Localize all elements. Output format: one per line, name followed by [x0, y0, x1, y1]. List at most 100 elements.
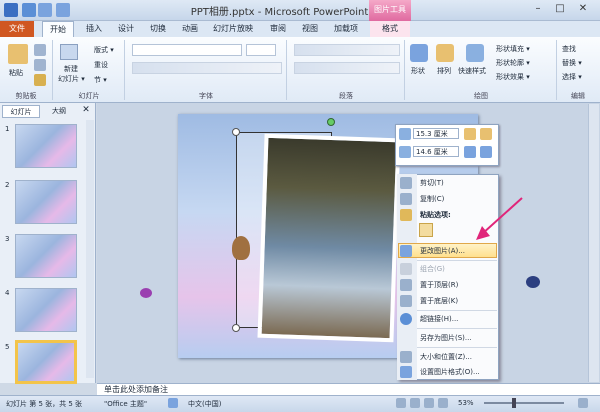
alignment-buttons[interactable] [294, 62, 400, 74]
slide-thumbnail-3[interactable] [15, 234, 77, 278]
undo-icon[interactable] [38, 3, 52, 17]
slideshow-icon[interactable] [438, 398, 448, 408]
quick-styles-icon[interactable] [466, 44, 484, 62]
thumb-number: 5 [5, 343, 10, 351]
picture-style-icon[interactable] [480, 146, 492, 158]
maximize-button[interactable]: □ [550, 2, 570, 16]
font-name-field[interactable] [132, 44, 242, 56]
tab-home[interactable]: 开始 [42, 21, 74, 37]
tab-addins[interactable]: 加载项 [328, 21, 364, 37]
picture-tools-context-tab: 图片工具 [369, 0, 411, 21]
shapes-button-label[interactable]: 形状 [411, 66, 425, 76]
group-separator [286, 40, 287, 100]
shape-fill-button[interactable]: 形状填充 ▾ [496, 44, 530, 54]
theme-status[interactable]: "Office 主题" [104, 399, 147, 409]
resize-handle[interactable] [232, 324, 240, 332]
pane-scrollbar[interactable] [86, 120, 94, 378]
height-field[interactable]: 15.3 厘米 [413, 128, 459, 139]
slide-sorter-icon[interactable] [410, 398, 420, 408]
tab-slideshow[interactable]: 幻灯片放映 [208, 21, 258, 37]
reading-view-icon[interactable] [424, 398, 434, 408]
app-logo-icon[interactable] [4, 3, 18, 17]
notes-placeholder[interactable]: 单击此处添加备注 [104, 384, 168, 395]
normal-view-icon[interactable] [396, 398, 406, 408]
tab-insert[interactable]: 插入 [80, 21, 108, 37]
menu-item-bring-to-front[interactable]: 置于顶层(R) [417, 278, 497, 292]
layout-button[interactable]: 版式 ▾ [94, 45, 114, 55]
rotate-handle[interactable] [327, 118, 335, 126]
reset-button[interactable]: 重设 [94, 60, 108, 70]
copy-icon[interactable] [34, 59, 46, 71]
new-slide-icon[interactable] [60, 44, 78, 60]
select-button[interactable]: 选择 ▾ [562, 72, 582, 82]
section-button[interactable]: 节 ▾ [94, 75, 107, 85]
new-slide-label[interactable]: 新建 [64, 64, 78, 74]
tab-animations[interactable]: 动画 [176, 21, 204, 37]
slide-photo[interactable] [257, 133, 401, 343]
zoom-level[interactable]: 53% [458, 399, 474, 407]
menu-item-format-picture[interactable]: 设置图片格式(O)... [417, 365, 497, 379]
butterfly-decoration [140, 288, 152, 298]
slide-thumbnail-4[interactable] [15, 288, 77, 332]
tab-transitions[interactable]: 切换 [144, 21, 172, 37]
crop-icon[interactable] [464, 146, 476, 158]
send-backward-icon[interactable] [480, 128, 492, 140]
spell-check-icon[interactable] [168, 398, 178, 408]
slide-thumbnail-5[interactable] [15, 340, 77, 384]
find-button[interactable]: 查找 [562, 44, 576, 54]
menu-item-cut[interactable]: 剪切(T) [417, 176, 497, 190]
font-size-field[interactable] [246, 44, 276, 56]
menu-item-save-as-picture[interactable]: 另存为图片(S)... [417, 331, 497, 345]
clipboard-group-label: 剪贴板 [15, 92, 37, 100]
replace-button[interactable]: 替换 ▾ [562, 58, 582, 68]
group-separator [52, 40, 53, 100]
minimize-button[interactable]: – [528, 2, 548, 16]
paste-option-picture-icon[interactable] [419, 223, 433, 237]
menu-item-change-picture[interactable]: 更改图片(A)... [417, 244, 497, 258]
tab-format[interactable]: 格式 [370, 21, 410, 37]
tab-review[interactable]: 审阅 [264, 21, 292, 37]
close-pane-icon[interactable]: ✕ [80, 105, 92, 117]
font-format-buttons[interactable] [132, 62, 282, 74]
save-icon[interactable] [22, 3, 36, 17]
tab-outline-pane[interactable]: 大纲 [42, 105, 76, 118]
fit-to-window-icon[interactable] [578, 398, 588, 408]
slide-thumbnail-2[interactable] [15, 180, 77, 224]
zoom-slider-thumb[interactable] [512, 398, 516, 408]
menu-item-send-to-back[interactable]: 置于底层(K) [417, 294, 497, 308]
close-button[interactable]: ✕ [573, 2, 593, 16]
new-slide-dropdown[interactable]: 幻灯片 ▾ [58, 74, 85, 84]
zoom-slider[interactable] [484, 402, 564, 404]
quick-styles-button-label[interactable]: 快速样式 [458, 66, 486, 76]
tab-design[interactable]: 设计 [112, 21, 140, 37]
list-buttons[interactable] [294, 44, 400, 56]
arrange-button-label[interactable]: 排列 [437, 66, 451, 76]
format-painter-icon[interactable] [34, 74, 46, 86]
slide-scrollbar[interactable] [588, 104, 599, 382]
format-picture-icon [400, 366, 412, 378]
tab-slides-pane[interactable]: 幻灯片 [2, 105, 40, 118]
send-back-icon [400, 295, 412, 307]
bring-forward-icon[interactable] [464, 128, 476, 140]
width-field[interactable]: 14.6 厘米 [413, 146, 459, 157]
menu-item-size-position[interactable]: 大小和位置(Z)... [417, 350, 497, 364]
redo-icon[interactable] [56, 3, 70, 17]
shape-effects-button[interactable]: 形状效果 ▾ [496, 72, 530, 82]
change-picture-icon [400, 245, 412, 257]
arrange-icon[interactable] [436, 44, 454, 62]
notes-pane[interactable] [97, 383, 600, 395]
menu-item-hyperlink[interactable]: 超链接(H)... [417, 312, 497, 326]
paste-icon[interactable] [8, 44, 28, 64]
tab-file[interactable]: 文件 [0, 21, 34, 37]
bring-front-icon [400, 279, 412, 291]
size-position-icon [400, 351, 412, 363]
slide-thumbnail-1[interactable] [15, 124, 77, 168]
tab-view[interactable]: 视图 [296, 21, 324, 37]
thumb-number: 3 [5, 235, 10, 243]
shape-outline-button[interactable]: 形状轮廓 ▾ [496, 58, 530, 68]
language-status[interactable]: 中文(中国) [188, 399, 221, 409]
resize-handle[interactable] [232, 128, 240, 136]
shapes-icon[interactable] [410, 44, 428, 62]
paste-button-label[interactable]: 粘贴 [9, 68, 23, 78]
cut-icon[interactable] [34, 44, 46, 56]
